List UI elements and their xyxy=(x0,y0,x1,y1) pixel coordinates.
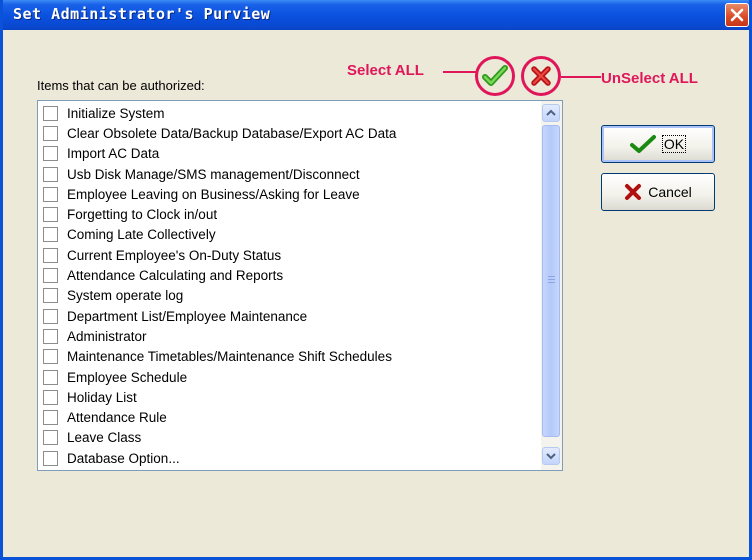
list-item-label: Department List/Employee Maintenance xyxy=(67,308,308,324)
list-item[interactable]: Employee Schedule xyxy=(38,367,538,387)
list-item-label: Leave Class xyxy=(67,430,142,446)
cancel-x-icon xyxy=(625,184,642,200)
list-item[interactable]: Usb Disk Manage/SMS management/Disconnec… xyxy=(38,164,538,184)
list-item[interactable]: Employee Leaving on Business/Asking for … xyxy=(38,184,538,204)
cancel-button-label: Cancel xyxy=(648,184,692,200)
list-item-label: System operate log xyxy=(67,288,184,304)
scroll-down-button[interactable] xyxy=(542,447,560,465)
checkbox[interactable] xyxy=(43,227,58,243)
list-item-label: Forgetting to Clock in/out xyxy=(67,207,218,223)
green-check-icon xyxy=(482,65,508,86)
authorization-list[interactable]: Initialize System Clear Obsolete Data/Ba… xyxy=(37,100,563,471)
list-item[interactable]: Leave Class xyxy=(38,428,538,448)
list-item-label: Administrator xyxy=(67,328,147,344)
checkbox[interactable] xyxy=(43,166,58,182)
list-item[interactable] xyxy=(38,468,538,470)
list-item-label: Coming Late Collectively xyxy=(67,227,216,243)
vertical-scrollbar[interactable] xyxy=(541,101,562,470)
checkbox[interactable] xyxy=(43,389,58,405)
close-button[interactable] xyxy=(725,3,749,27)
scroll-thumb[interactable] xyxy=(542,125,560,437)
checkbox[interactable] xyxy=(43,105,58,121)
select-all-button[interactable] xyxy=(475,56,515,96)
checkbox[interactable] xyxy=(43,146,58,162)
close-icon xyxy=(730,8,744,22)
red-x-icon xyxy=(531,66,551,86)
cancel-button[interactable]: Cancel xyxy=(601,173,715,211)
checkbox[interactable] xyxy=(43,186,58,202)
list-item[interactable]: Attendance Calculating and Reports xyxy=(38,265,538,285)
list-item-label: Usb Disk Manage/SMS management/Disconnec… xyxy=(67,166,360,182)
select-all-connector xyxy=(443,71,477,73)
checkmark-icon xyxy=(629,135,656,153)
list-item[interactable]: Holiday List xyxy=(38,387,538,407)
ok-button-label: OK xyxy=(661,135,687,153)
unselect-all-connector xyxy=(561,76,601,78)
list-item-label: Employee Leaving on Business/Asking for … xyxy=(67,186,360,202)
chevron-down-icon xyxy=(546,453,556,460)
list-item-label: Employee Schedule xyxy=(67,369,188,385)
list-item-label: Attendance Rule xyxy=(67,410,167,426)
list-item[interactable]: System operate log xyxy=(38,286,538,306)
checkbox[interactable] xyxy=(43,125,58,141)
checkbox[interactable] xyxy=(43,328,58,344)
checkbox[interactable] xyxy=(43,308,58,324)
checkbox[interactable] xyxy=(43,450,58,466)
unselect-all-annotation: UnSelect ALL xyxy=(601,70,698,87)
list-item[interactable]: Administrator xyxy=(38,326,538,346)
checkbox[interactable] xyxy=(43,410,58,426)
select-all-annotation: Select ALL xyxy=(347,62,424,79)
list-item-label: Clear Obsolete Data/Backup Database/Expo… xyxy=(67,125,397,141)
scroll-up-button[interactable] xyxy=(542,104,560,122)
list-item[interactable]: Department List/Employee Maintenance xyxy=(38,306,538,326)
checkbox[interactable] xyxy=(43,369,58,385)
dialog-window: Set Administrator's Purview Items that c… xyxy=(0,0,752,560)
list-item-label: Current Employee's On-Duty Status xyxy=(67,247,282,263)
list-item[interactable]: Current Employee's On-Duty Status xyxy=(38,245,538,265)
list-item-label: Initialize System xyxy=(67,105,165,121)
checkbox[interactable] xyxy=(43,288,58,304)
list-item-label: Maintenance Timetables/Maintenance Shift… xyxy=(67,349,392,365)
chevron-up-icon xyxy=(546,109,556,116)
list-item[interactable]: Import AC Data xyxy=(38,144,538,164)
list-item-label: Attendance Calculating and Reports xyxy=(67,268,284,284)
checkbox[interactable] xyxy=(43,268,58,284)
list-item-label: Holiday List xyxy=(67,389,137,405)
list-item[interactable]: Coming Late Collectively xyxy=(38,225,538,245)
window-title: Set Administrator's Purview xyxy=(13,5,271,23)
list-item-label: Database Option... xyxy=(67,450,180,466)
list-item-label: Import AC Data xyxy=(67,146,160,162)
list-item[interactable]: Attendance Rule xyxy=(38,407,538,427)
items-label: Items that can be authorized: xyxy=(37,78,205,93)
ok-button[interactable]: OK xyxy=(601,125,715,163)
checkbox[interactable] xyxy=(43,207,58,223)
checkbox[interactable] xyxy=(43,247,58,263)
checkbox[interactable] xyxy=(43,430,58,446)
title-bar[interactable]: Set Administrator's Purview xyxy=(3,0,749,30)
checkbox[interactable] xyxy=(43,349,58,365)
list-item[interactable]: Forgetting to Clock in/out xyxy=(38,204,538,224)
list-item[interactable]: Maintenance Timetables/Maintenance Shift… xyxy=(38,347,538,367)
list-item[interactable]: Initialize System xyxy=(38,103,538,123)
list-item[interactable]: Clear Obsolete Data/Backup Database/Expo… xyxy=(38,123,538,143)
list-item[interactable]: Database Option... xyxy=(38,448,538,468)
unselect-all-button[interactable] xyxy=(521,56,561,96)
